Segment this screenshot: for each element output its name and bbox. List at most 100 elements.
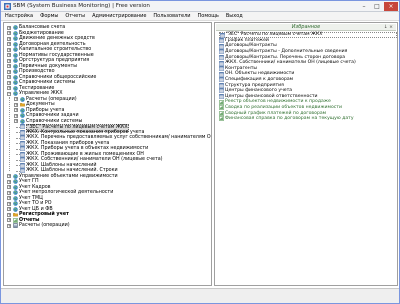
expand-toggle[interactable]: + (7, 207, 11, 212)
expand-toggle[interactable]: + (7, 201, 11, 206)
title-bar[interactable]: SBM (System Business Monitoring) | Free … (1, 1, 399, 12)
globe-icon (19, 113, 25, 118)
favorites-item-label: Структура предприятия (225, 82, 284, 88)
expand-toggle[interactable]: + (7, 212, 11, 217)
favorites-item-label: Реестр объектов недвижимости к продаже (225, 99, 331, 105)
globe-icon (12, 91, 18, 96)
expand-toggle[interactable]: + (14, 97, 18, 102)
minimize-button[interactable]: – (358, 2, 370, 11)
form-icon (19, 157, 25, 163)
globe-icon (12, 196, 18, 201)
expand-toggle[interactable]: + (7, 75, 11, 80)
globe-icon (12, 86, 18, 91)
expand-toggle[interactable]: + (7, 223, 11, 228)
maximize-button[interactable]: □ (371, 2, 383, 11)
favorites-item[interactable]: Финансовая справка по договорам на текущ… (219, 116, 397, 122)
form-icon (219, 43, 224, 49)
favorites-title: Избранное (291, 24, 321, 30)
expand-toggle[interactable]: + (7, 42, 11, 47)
expand-toggle[interactable]: + (14, 108, 18, 113)
app-window: SBM (System Business Monitoring) | Free … (0, 0, 400, 304)
menu-forms[interactable]: Формы (40, 13, 58, 19)
close-button[interactable]: × (384, 2, 398, 11)
form-icon (219, 66, 224, 71)
favorites-header: Избранное ↓ × (216, 24, 396, 31)
expand-toggle[interactable]: + (7, 58, 11, 63)
report-icon (219, 116, 224, 122)
expand-toggle[interactable]: + (7, 80, 11, 85)
calc-icon (12, 223, 18, 229)
globe-icon (12, 58, 18, 63)
expand-toggle[interactable]: + (7, 185, 11, 190)
form-icon (219, 94, 224, 99)
report-icon (219, 111, 224, 116)
globe-icon (12, 36, 18, 41)
menu-reports[interactable]: Отчеты (65, 13, 85, 19)
expand-toggle[interactable]: + (7, 64, 11, 69)
favorites-item-label: Сводка по реализации объектов недвижимос… (225, 105, 342, 111)
favorites-item-label: Центры финансового учета (225, 88, 293, 94)
globe-icon (12, 201, 18, 206)
globe-icon (12, 75, 18, 80)
globe-icon (12, 174, 18, 179)
globe-icon (12, 53, 18, 58)
form-icon (219, 77, 224, 83)
favorites-item-label: "ЗЕС" Расчеты по лицевым счетам ЖКХ (226, 32, 323, 38)
form-icon (19, 168, 25, 174)
form-icon (219, 88, 224, 94)
expand-toggle[interactable]: + (7, 31, 11, 36)
tree-item[interactable]: + Расчеты (операции) (4, 223, 211, 229)
expand-toggle[interactable]: + (7, 53, 11, 58)
favorites-list: "ЗЕС" Расчеты по лицевым счетам ЖКХ Графи… (215, 32, 397, 122)
favorites-item-label: Сводный график платежей по договорам (225, 110, 327, 116)
expand-toggle[interactable]: + (7, 47, 11, 52)
expand-toggle[interactable]: + (7, 190, 11, 195)
favorites-item-label: Спецификация к договорам (225, 77, 294, 83)
collapse-toggle[interactable]: − (7, 91, 11, 96)
menu-help[interactable]: Помощь (198, 13, 219, 19)
globe-icon (12, 179, 18, 184)
form-icon (19, 129, 25, 135)
form-icon (19, 135, 25, 141)
report-icon (219, 99, 224, 105)
globe-icon (12, 31, 18, 36)
favorites-item-label: Договоры/Контракты. Перечень сторон дого… (225, 54, 346, 60)
expand-toggle[interactable]: + (7, 174, 11, 179)
globe-icon (12, 64, 18, 69)
expand-toggle[interactable]: + (7, 25, 11, 30)
menu-exit[interactable]: Выход (226, 13, 243, 19)
form-icon (220, 32, 225, 38)
globe-icon (19, 108, 25, 113)
form-icon (219, 55, 224, 60)
expand-toggle[interactable]: + (7, 179, 11, 184)
favorites-item-label: ЖКХ. Собственники/ наниматели ОН (лицевы… (225, 60, 356, 66)
expand-toggle[interactable]: + (14, 113, 18, 118)
menu-bar: Настройка Формы Отчеты Администрирование… (1, 12, 399, 21)
menu-settings[interactable]: Настройка (5, 13, 33, 19)
favorites-item-label: Финансовая справка по договорам на текущ… (225, 116, 354, 122)
form-icon (219, 60, 224, 66)
expand-toggle[interactable]: + (7, 69, 11, 74)
expand-toggle[interactable]: + (14, 102, 18, 107)
expand-toggle[interactable]: + (14, 119, 18, 124)
form-icon (219, 83, 224, 88)
expand-toggle[interactable]: + (7, 36, 11, 41)
menu-users[interactable]: Пользователи (153, 13, 190, 19)
form-icon (219, 71, 224, 77)
orange-folder-icon (12, 212, 18, 217)
tree-item-label: Расчеты (операции) (19, 223, 70, 228)
form-icon (219, 49, 224, 55)
expand-toggle[interactable]: + (7, 196, 11, 201)
favorites-item-label: Договоры/Контракты (225, 43, 277, 49)
expand-toggle[interactable]: + (7, 86, 11, 91)
globe-icon (12, 25, 18, 30)
panel-controls-icon[interactable]: ↓ × (384, 25, 393, 30)
favorites-item-label: Договоры/Контракты - Дополнительные свед… (225, 49, 348, 55)
globe-icon (12, 185, 18, 190)
menu-administration[interactable]: Администрирование (92, 13, 146, 19)
form-icon (19, 140, 25, 146)
globe-icon (19, 97, 25, 102)
favorites-panel: Избранное ↓ × "ЗЕС" Расчеты по лицевым с… (214, 22, 398, 286)
expand-toggle[interactable]: + (7, 218, 11, 223)
navigation-tree[interactable]: + Балансовые счета + Бюджетирование + Движени… (3, 22, 212, 286)
